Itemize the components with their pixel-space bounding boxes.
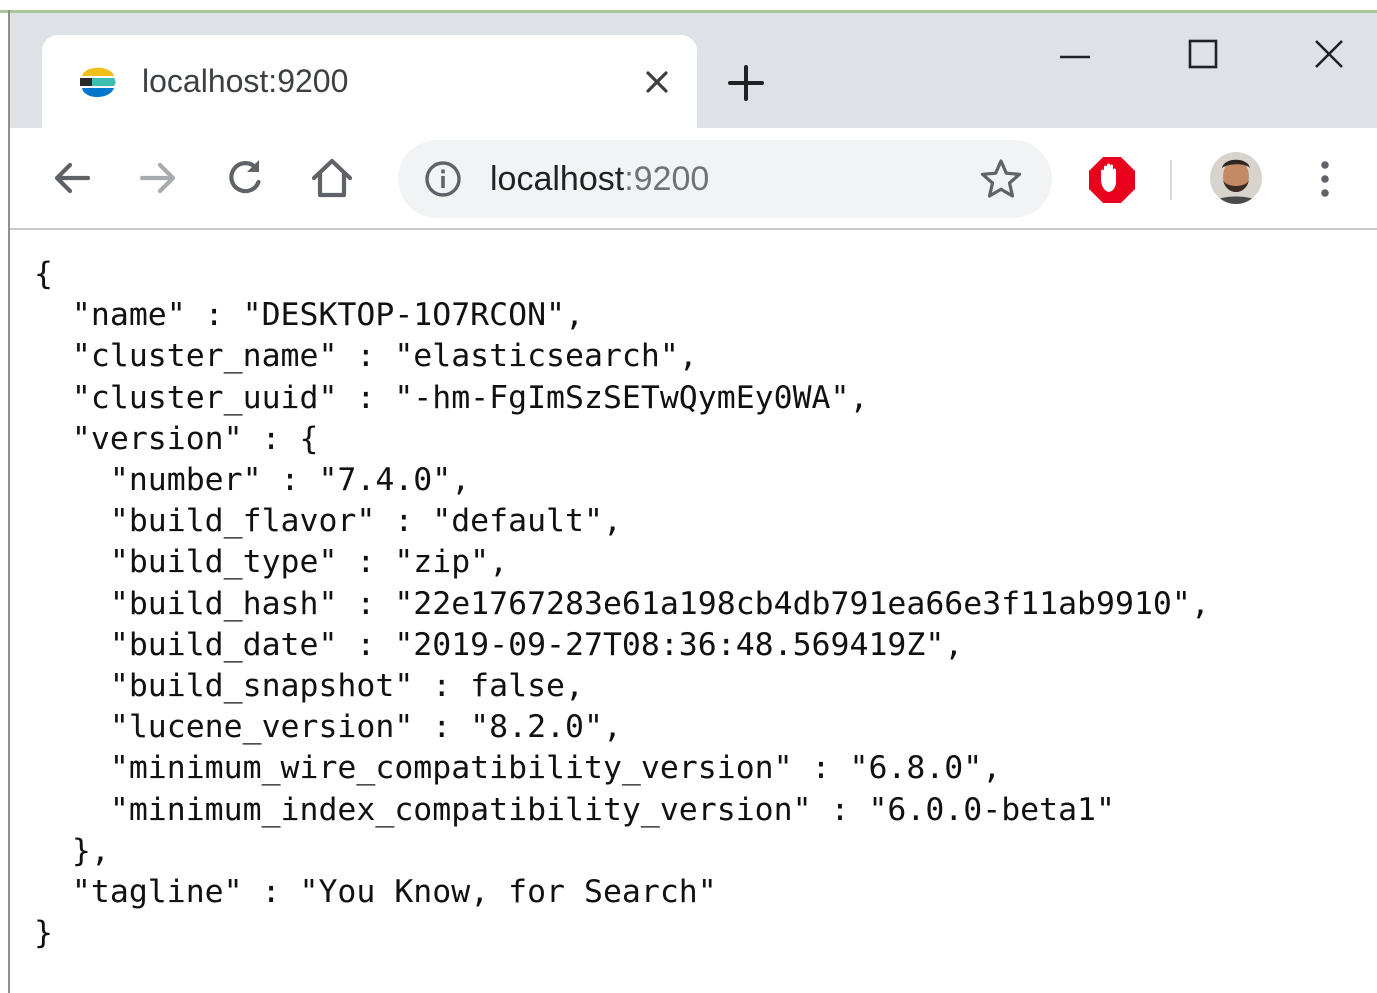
window-left-border bbox=[8, 10, 10, 993]
elastic-logo-icon bbox=[80, 67, 116, 97]
avatar-icon bbox=[1210, 152, 1262, 204]
minimize-icon[interactable] bbox=[1050, 33, 1100, 83]
address-bar[interactable]: localhost:9200 bbox=[398, 140, 1052, 218]
new-tab-plus-icon[interactable] bbox=[726, 63, 766, 103]
browser-window: localhost:9200 localhost:9200 {"name":… bbox=[0, 0, 1377, 993]
avatar[interactable] bbox=[1210, 152, 1262, 204]
tab-localhost[interactable]: localhost:9200 bbox=[42, 35, 697, 128]
forward-arrow-icon[interactable] bbox=[132, 152, 184, 204]
browser-toolbar: localhost:9200 bbox=[10, 128, 1377, 229]
page-content: { "name" : "DESKTOP-1O7RCON", "cluster_n… bbox=[10, 230, 1377, 993]
toolbar-separator bbox=[1170, 160, 1172, 200]
home-icon[interactable] bbox=[306, 152, 358, 204]
tab-title: localhost:9200 bbox=[142, 63, 349, 99]
url-port: :9200 bbox=[624, 160, 710, 198]
star-icon[interactable] bbox=[978, 156, 1024, 202]
tab-strip: localhost:9200 bbox=[10, 13, 1377, 128]
url-text[interactable]: localhost:9200 bbox=[490, 157, 709, 201]
json-response: { "name" : "DESKTOP-1O7RCON", "cluster_n… bbox=[34, 256, 1210, 952]
reload-icon[interactable] bbox=[220, 152, 272, 204]
kebab-menu-icon[interactable] bbox=[1308, 156, 1342, 202]
url-host: localhost bbox=[490, 160, 625, 198]
maximize-icon[interactable] bbox=[1178, 33, 1228, 83]
adblock-stop-icon[interactable] bbox=[1086, 154, 1138, 206]
close-tab-icon[interactable] bbox=[640, 65, 674, 99]
info-icon[interactable] bbox=[422, 158, 464, 200]
back-arrow-icon[interactable] bbox=[46, 152, 98, 204]
close-icon[interactable] bbox=[1304, 33, 1354, 83]
